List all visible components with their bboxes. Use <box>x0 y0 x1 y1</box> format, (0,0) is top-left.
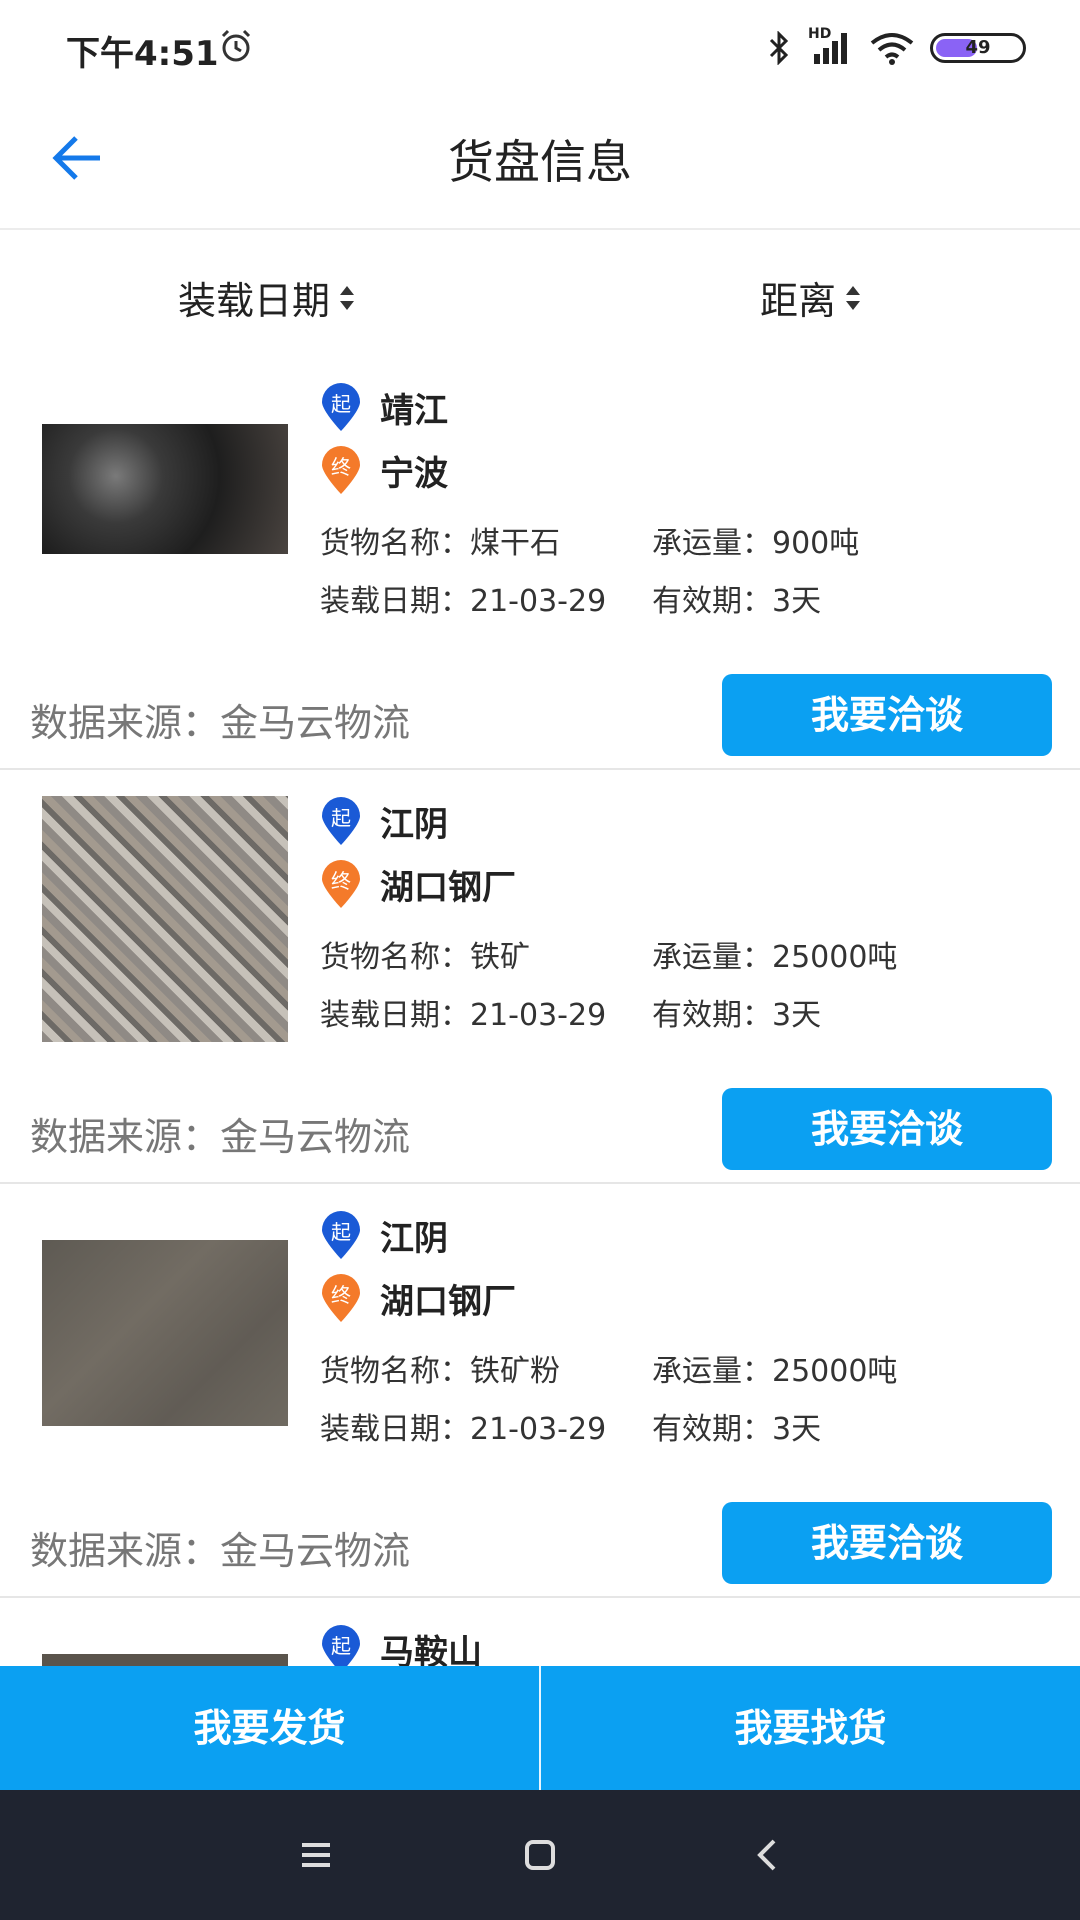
home-icon[interactable] <box>520 1835 560 1875</box>
battery-icon: 49 <box>930 33 1026 63</box>
route-start: 起 江阴 <box>320 1210 448 1260</box>
sort-arrows-icon <box>846 285 861 310</box>
sort-distance-label: 距离 <box>760 279 837 323</box>
end-pin-icon: 终 <box>320 1273 362 1323</box>
back-icon[interactable] <box>748 1835 788 1875</box>
start-pin-icon: 起 <box>320 1624 362 1666</box>
sort-by-date[interactable]: 装载日期 <box>178 270 356 325</box>
negotiate-button[interactable]: 我要洽谈 <box>722 1088 1052 1170</box>
sort-by-distance[interactable]: 距离 <box>760 270 862 325</box>
route-start: 起 靖江 <box>320 382 448 432</box>
page-title: 货盘信息 <box>448 135 632 189</box>
cargo-card: 起 马鞍山 <box>0 1598 1080 1666</box>
goods-name: 货物名称：煤干石 <box>320 526 560 561</box>
wifi-icon <box>870 33 914 65</box>
sort-arrows-icon <box>340 285 355 310</box>
end-city: 湖口钢厂 <box>380 1281 516 1322</box>
battery-text: 49 <box>965 37 991 58</box>
negotiate-button[interactable]: 我要洽谈 <box>722 674 1052 756</box>
cargo-card: 起 江阴 终 湖口钢厂 货物名称：铁矿粉 承运量：25000吨 装载日期：21-… <box>0 1184 1080 1598</box>
cargo-image <box>42 1240 288 1426</box>
validity: 有效期：3天 <box>652 584 822 619</box>
start-pin-icon: 起 <box>320 1210 362 1260</box>
capacity: 承运量：25000吨 <box>652 940 898 975</box>
end-city: 宁波 <box>380 453 448 494</box>
sort-date-label: 装载日期 <box>178 279 331 323</box>
data-source: 数据来源：金马云物流 <box>30 1115 411 1159</box>
signal-icon: HD <box>808 26 854 66</box>
validity: 有效期：3天 <box>652 1412 822 1447</box>
system-nav-bar <box>0 1790 1080 1920</box>
cargo-card: 起 靖江 终 宁波 货物名称：煤干石 承运量：900吨 装载日期：21-03-2… <box>0 356 1080 770</box>
validity: 有效期：3天 <box>652 998 822 1033</box>
route-end: 终 湖口钢厂 <box>320 859 516 909</box>
end-city: 湖口钢厂 <box>380 867 516 908</box>
route-end: 终 湖口钢厂 <box>320 1273 516 1323</box>
cargo-card: 起 江阴 终 湖口钢厂 货物名称：铁矿 承运量：25000吨 装载日期：21-0… <box>0 770 1080 1184</box>
status-bar: 下午4:51 HD 49 <box>0 0 1080 96</box>
capacity: 承运量：900吨 <box>652 526 860 561</box>
status-icons: HD 49 <box>766 26 1026 68</box>
start-pin-icon: 起 <box>320 796 362 846</box>
cargo-image <box>42 1654 288 1666</box>
route-start: 起 马鞍山 <box>320 1624 482 1666</box>
loading-date: 装载日期：21-03-29 <box>320 998 607 1033</box>
goods-name: 货物名称：铁矿粉 <box>320 1354 560 1389</box>
loading-date: 装载日期：21-03-29 <box>320 584 607 619</box>
route-end: 终 宁波 <box>320 445 448 495</box>
start-city: 江阴 <box>380 1218 448 1259</box>
start-city: 靖江 <box>380 390 448 431</box>
cargo-image <box>42 424 288 554</box>
alarm-icon <box>221 29 251 62</box>
negotiate-button[interactable]: 我要洽谈 <box>722 1502 1052 1584</box>
bottom-action-bar: 我要发货 我要找货 <box>0 1666 1080 1790</box>
route-start: 起 江阴 <box>320 796 448 846</box>
loading-date: 装载日期：21-03-29 <box>320 1412 607 1447</box>
title-bar: 货盘信息 <box>0 96 1080 230</box>
status-time: 下午4:51 <box>66 34 219 74</box>
sort-bar: 装载日期 距离 <box>0 230 1080 356</box>
start-pin-icon: 起 <box>320 382 362 432</box>
start-city: 马鞍山 <box>380 1632 482 1667</box>
cargo-image <box>42 796 288 1042</box>
capacity: 承运量：25000吨 <box>652 1354 898 1389</box>
menu-icon[interactable] <box>296 1835 336 1875</box>
find-goods-button[interactable]: 我要找货 <box>541 1666 1080 1790</box>
bluetooth-icon <box>769 31 789 65</box>
data-source: 数据来源：金马云物流 <box>30 1529 411 1573</box>
goods-name: 货物名称：铁矿 <box>320 940 530 975</box>
data-source: 数据来源：金马云物流 <box>30 701 411 745</box>
end-pin-icon: 终 <box>320 445 362 495</box>
end-pin-icon: 终 <box>320 859 362 909</box>
ship-goods-button[interactable]: 我要发货 <box>0 1666 539 1790</box>
start-city: 江阴 <box>380 804 448 845</box>
